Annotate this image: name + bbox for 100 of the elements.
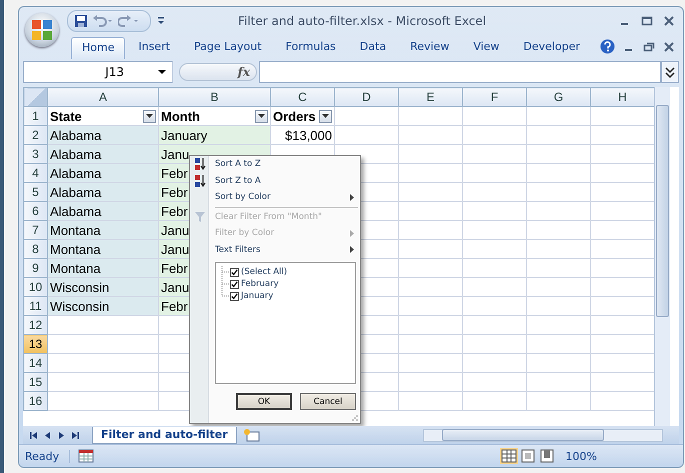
submenu-arrow-icon — [350, 194, 354, 201]
row-header[interactable]: 3 — [24, 144, 48, 164]
column-header[interactable]: C — [270, 88, 334, 106]
table-cell: Alabama — [50, 204, 102, 218]
ok-button[interactable]: OK — [236, 393, 292, 410]
table-cell: Janu — [161, 146, 190, 162]
table-cell: Janu — [161, 280, 190, 294]
status-text: Ready — [25, 450, 70, 462]
row-header[interactable]: 7 — [24, 220, 48, 240]
row-header[interactable]: 14 — [24, 354, 48, 372]
normal-view-icon[interactable] — [500, 448, 518, 464]
row-header[interactable]: 6 — [24, 202, 48, 220]
table-cell: State — [50, 108, 82, 124]
vertical-scrollbar[interactable] — [654, 87, 670, 426]
table-cell: Febr — [161, 260, 188, 276]
formula-input[interactable] — [259, 61, 661, 83]
checkbox[interactable] — [230, 292, 239, 300]
table-cell: Febr — [161, 166, 188, 180]
close-icon[interactable] — [663, 15, 675, 27]
table-cell: Montana — [50, 222, 101, 238]
checkbox[interactable] — [230, 280, 239, 288]
ribbon-tab[interactable]: Page Layout — [183, 36, 273, 59]
maximize-icon[interactable] — [641, 15, 653, 27]
table-cell: Wisconsin — [50, 280, 110, 294]
sheet-icon[interactable] — [78, 449, 94, 463]
filter-dropdown[interactable] — [319, 110, 332, 122]
funnel-icon — [193, 210, 207, 223]
filter-dropdown[interactable] — [143, 110, 156, 122]
ribbon-tab[interactable]: Formulas — [274, 36, 347, 59]
table-cell: Montana — [50, 260, 101, 276]
ribbon-tab[interactable]: Data — [348, 36, 398, 59]
restore-icon[interactable] — [643, 40, 655, 52]
column-header[interactable]: A — [48, 88, 158, 106]
sort-ascending-icon — [193, 157, 207, 172]
caret-icon — [146, 114, 153, 118]
table-cell: Alabama — [50, 166, 102, 180]
column-header[interactable]: B — [158, 88, 270, 106]
menu-item[interactable]: Sort Z to A — [191, 172, 360, 189]
column-header[interactable]: H — [590, 88, 654, 106]
last-sheet-icon[interactable] — [71, 430, 80, 440]
row-header[interactable]: 5 — [24, 182, 48, 202]
next-sheet-icon[interactable] — [57, 430, 66, 440]
row-header[interactable]: 8 — [24, 240, 48, 258]
table-cell: Wisconsin — [50, 298, 110, 314]
value-label: (Select All) — [241, 267, 288, 277]
window-title: Filter and auto-filter.xlsx - Microsoft Excel — [236, 14, 488, 28]
table-cell: Month — [161, 108, 200, 124]
row-header[interactable]: 16 — [24, 392, 48, 410]
menu-item[interactable]: Sort by Color — [191, 189, 360, 206]
column-header[interactable]: G — [526, 88, 590, 106]
checkbox[interactable] — [230, 268, 239, 276]
logo-icon — [29, 17, 55, 43]
office-button[interactable] — [25, 13, 59, 47]
column-header[interactable]: D — [334, 88, 398, 106]
customize-icon[interactable] — [157, 16, 165, 26]
row-header[interactable]: 2 — [24, 126, 48, 144]
cancel-button[interactable]: Cancel — [300, 393, 356, 410]
table-cell: Orders — [273, 108, 316, 124]
row-header[interactable]: 12 — [24, 316, 48, 334]
expand-icon[interactable] — [661, 61, 679, 83]
sheet-tab[interactable]: Filter and auto-filter — [92, 426, 237, 444]
value-label: January — [241, 291, 274, 301]
row-header[interactable]: 1 — [24, 106, 48, 126]
page-layout-view-icon[interactable] — [518, 448, 537, 464]
table-cell: $13,000 — [285, 128, 332, 142]
row-header[interactable]: 9 — [24, 258, 48, 278]
table-cell: Febr — [161, 184, 188, 200]
menu-item[interactable]: Sort A to Z — [191, 156, 360, 172]
ribbon-tab[interactable]: Developer — [512, 36, 591, 59]
first-sheet-icon[interactable] — [29, 430, 38, 440]
ribbon-tab[interactable]: Review — [399, 36, 460, 59]
ribbon-tab[interactable]: Insert — [127, 36, 182, 59]
resize-grip-icon[interactable] — [352, 415, 358, 421]
name-box[interactable]: J13 — [23, 61, 173, 83]
table-cell: Alabama — [50, 184, 102, 200]
row-header[interactable]: 10 — [24, 278, 48, 296]
ribbon-tab[interactable]: View — [462, 36, 510, 59]
table-cell: Janu — [161, 222, 190, 238]
column-header[interactable]: F — [462, 88, 526, 106]
row-header[interactable]: 13 — [24, 334, 48, 354]
table-cell: Febr — [161, 204, 188, 218]
table-cell: Janu — [161, 242, 190, 256]
function-button[interactable]: fx — [179, 63, 257, 81]
help-icon[interactable] — [600, 39, 615, 54]
row-header[interactable]: 4 — [24, 164, 48, 182]
ribbon-tab[interactable]: Home — [71, 37, 126, 59]
save-icon[interactable] — [74, 14, 88, 28]
caret-icon — [258, 114, 265, 118]
row-header[interactable]: 11 — [24, 296, 48, 316]
zoom-level[interactable]: 100% — [566, 450, 597, 462]
page-break-view-icon[interactable] — [538, 448, 556, 464]
sort-descending-icon — [193, 174, 207, 188]
column-header[interactable]: E — [398, 88, 462, 106]
close-icon[interactable] — [663, 40, 675, 52]
previous-sheet-icon[interactable] — [43, 430, 52, 440]
horizontal-scrollbar[interactable] — [423, 428, 663, 442]
filter-dropdown[interactable] — [255, 110, 268, 122]
tree-line — [220, 278, 230, 290]
row-header[interactable]: 15 — [24, 372, 48, 392]
menu-item[interactable]: Text Filters — [191, 242, 360, 258]
